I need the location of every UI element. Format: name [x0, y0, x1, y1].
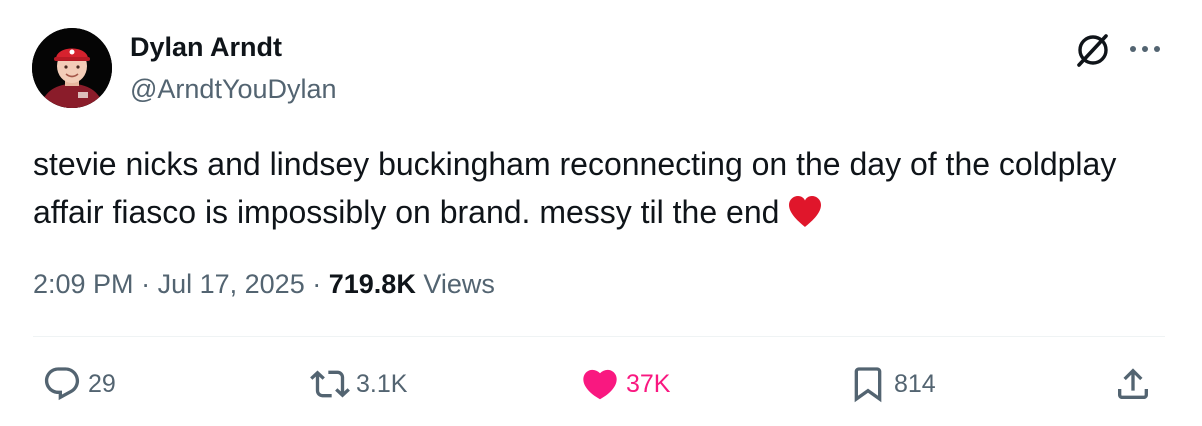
views-label[interactable]: Views — [423, 269, 495, 299]
reply-button[interactable]: 29 — [42, 364, 116, 404]
repost-count: 3.1K — [356, 369, 408, 398]
author-display-name[interactable]: Dylan Arndt — [130, 30, 282, 64]
bookmark-button[interactable]: 814 — [848, 364, 936, 404]
grok-icon[interactable] — [1073, 30, 1113, 70]
divider — [33, 336, 1165, 337]
repost-icon — [310, 370, 350, 398]
tweet-time[interactable]: 2:09 PM — [33, 269, 134, 299]
reply-count: 29 — [88, 369, 116, 398]
bookmark-icon — [854, 367, 882, 403]
avatar-image — [32, 28, 112, 108]
author-handle[interactable]: @ArndtYouDylan — [130, 72, 337, 106]
more-icon[interactable] — [1127, 40, 1163, 58]
share-button[interactable] — [1113, 364, 1153, 404]
reply-icon — [44, 367, 80, 401]
meta-separator: · — [141, 269, 151, 299]
repost-button[interactable]: 3.1K — [310, 364, 407, 404]
bookmark-count: 814 — [894, 369, 936, 398]
tweet-meta: 2:09 PM · Jul 17, 2025 · 719.8K Views — [33, 266, 495, 302]
tweet-date[interactable]: Jul 17, 2025 — [158, 269, 305, 299]
like-count: 37K — [626, 369, 671, 398]
heart-icon — [583, 369, 617, 400]
tweet-text: stevie nicks and lindsey buckingham reco… — [33, 140, 1143, 236]
avatar[interactable] — [32, 28, 112, 108]
tweet-text-body: stevie nicks and lindsey buckingham reco… — [33, 146, 1117, 230]
meta-separator: · — [312, 269, 322, 299]
share-icon — [1118, 368, 1148, 399]
like-button[interactable]: 37K — [580, 364, 670, 404]
views-count[interactable]: 719.8K — [329, 269, 416, 299]
red-heart-emoji-icon — [789, 196, 822, 227]
tweet-card: Dylan Arndt @ArndtYouDylan stevie nicks … — [0, 0, 1202, 426]
